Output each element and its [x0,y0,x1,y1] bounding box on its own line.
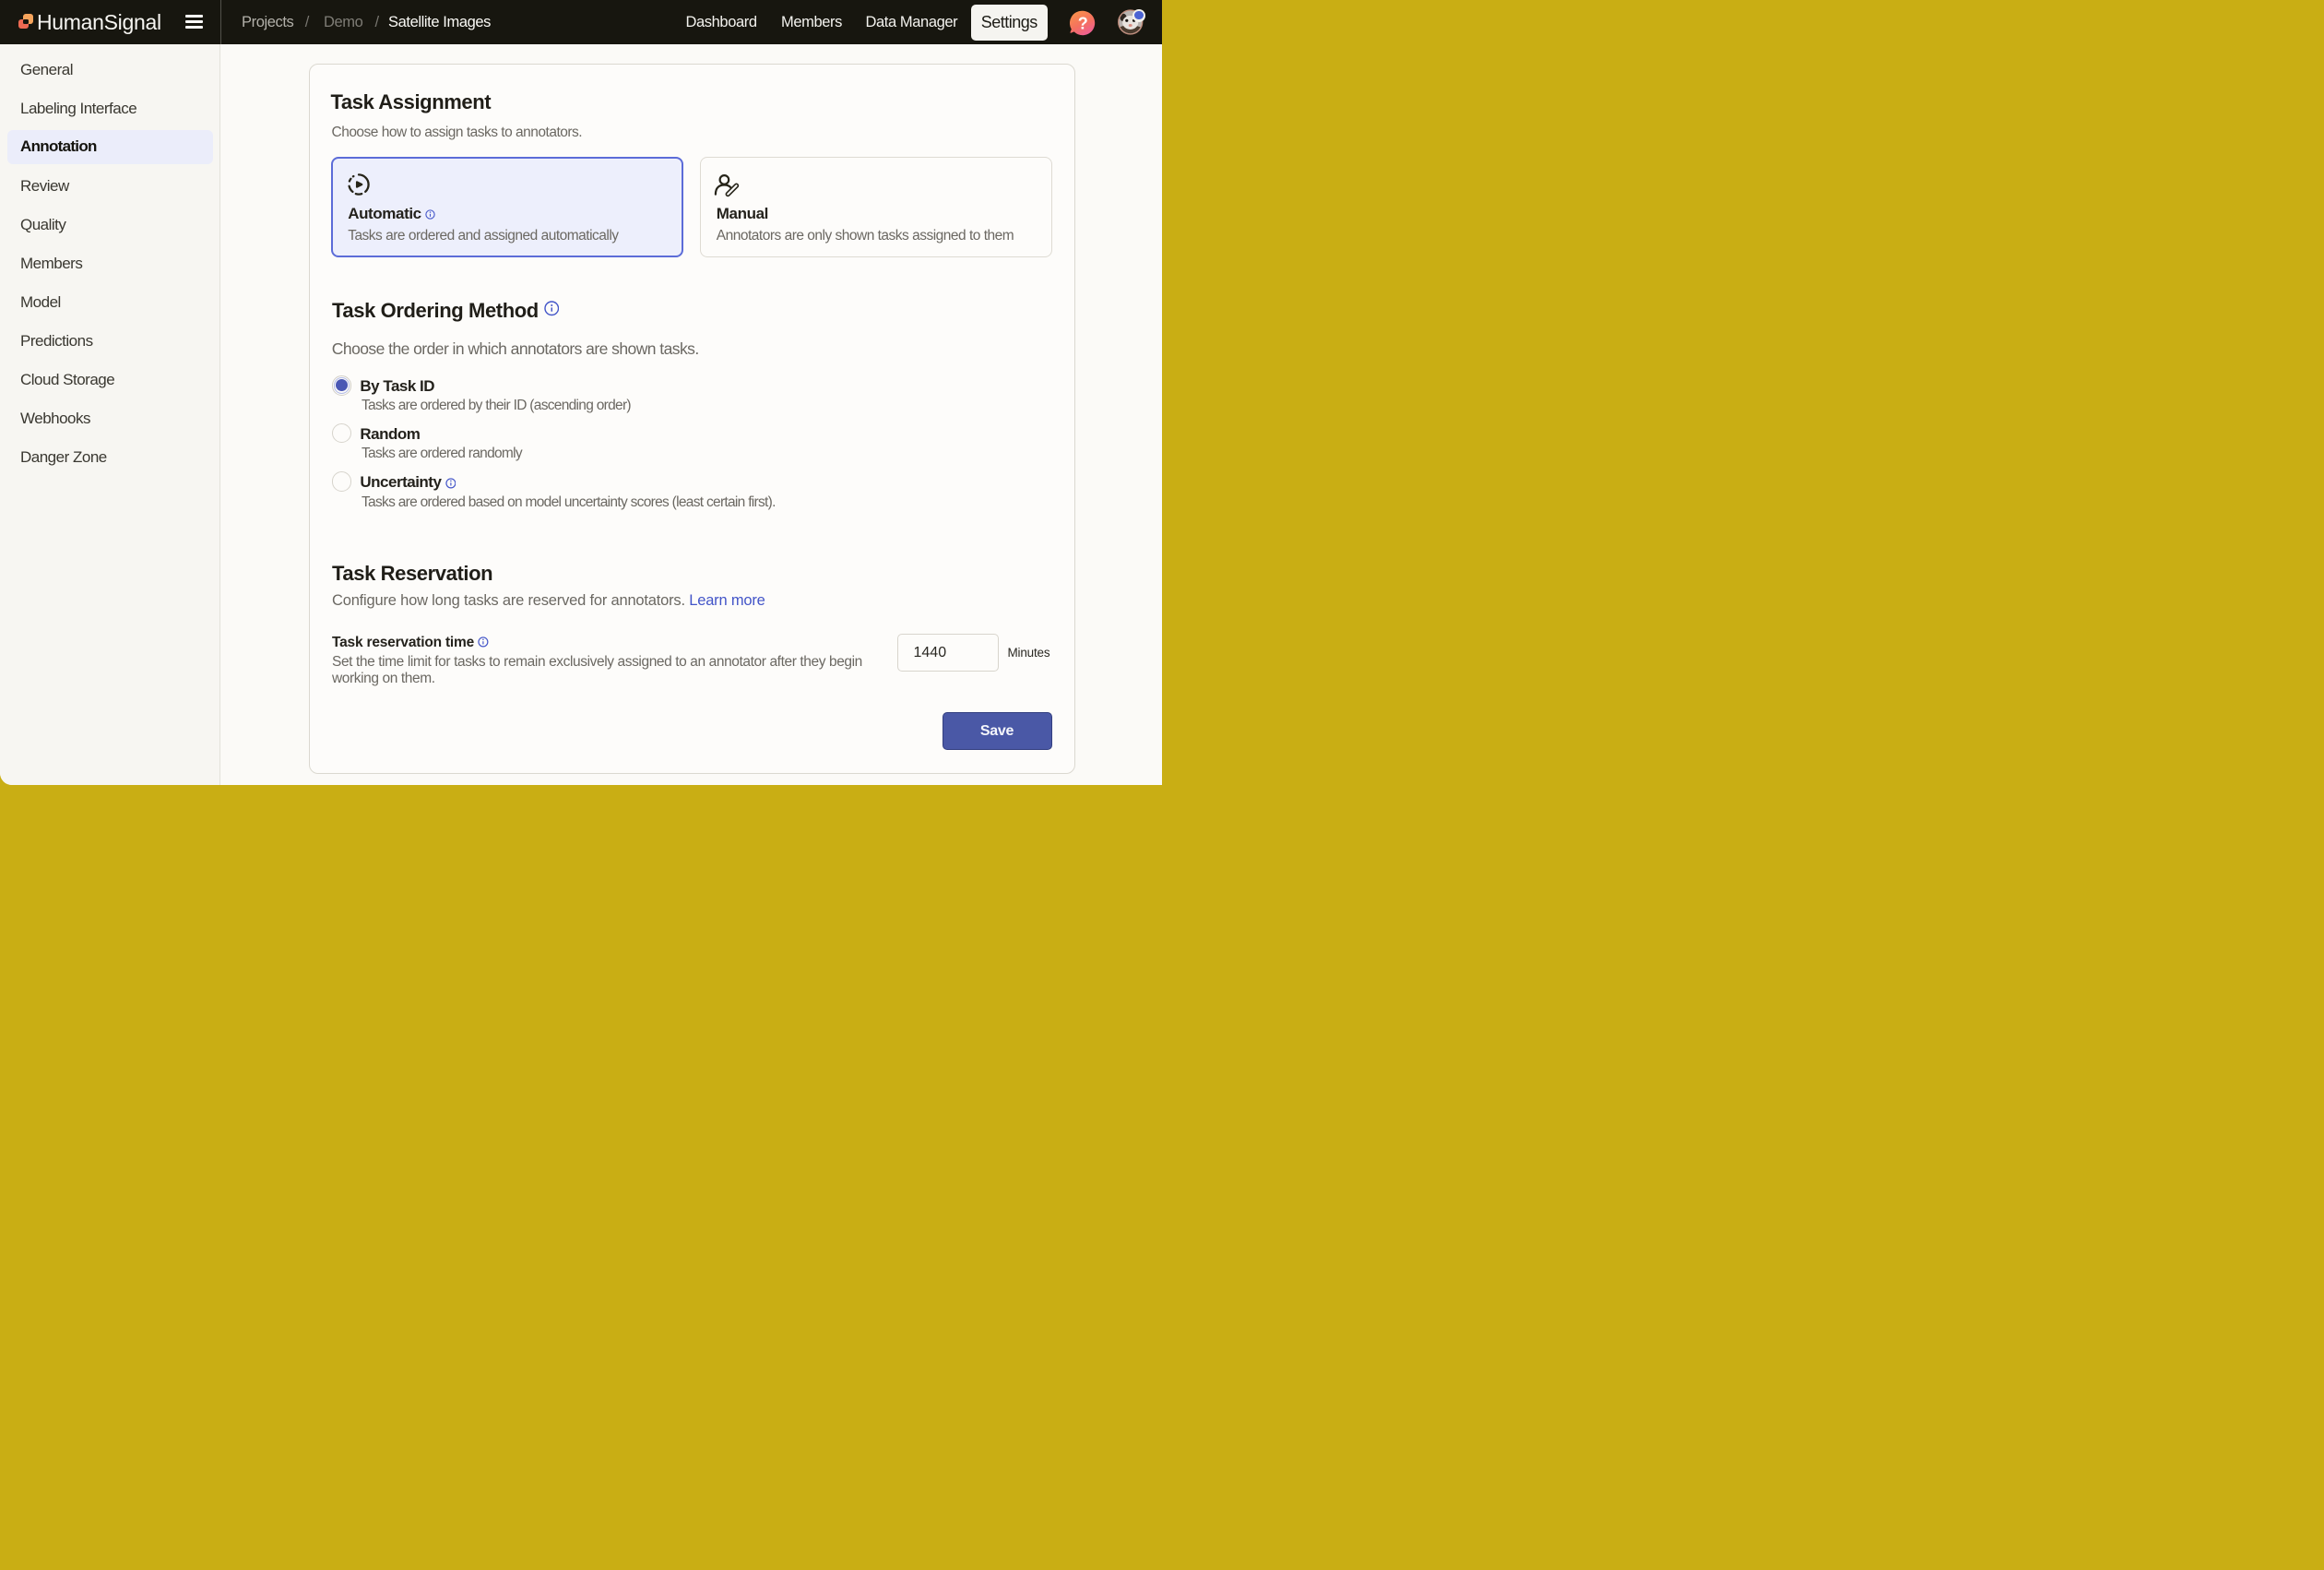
svg-text:?: ? [1077,14,1087,32]
